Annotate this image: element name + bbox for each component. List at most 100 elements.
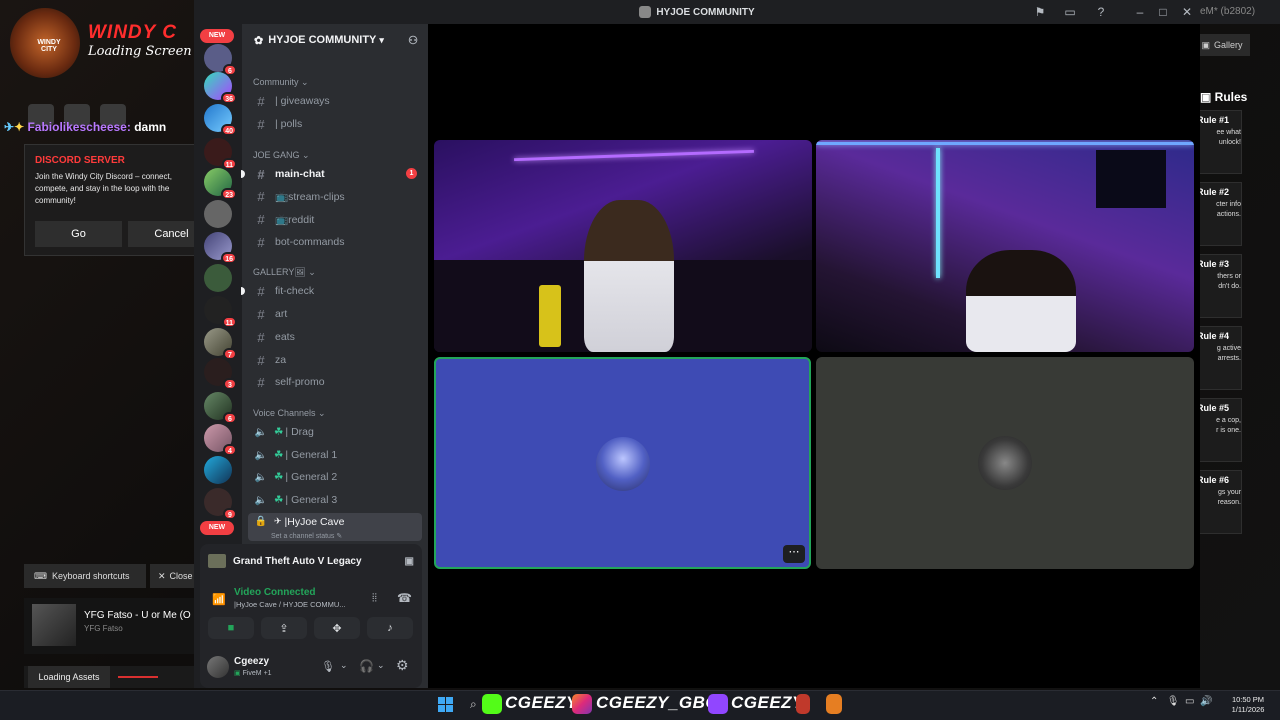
guild-header[interactable]: ✿ HYJOE COMMUNITY ▾ ⚇	[248, 24, 422, 56]
server-icon[interactable]	[204, 456, 232, 484]
gallery-icon: ▣	[1201, 39, 1210, 50]
chevron-down-icon[interactable]: ⌄	[377, 660, 385, 671]
camera-button[interactable]: ■	[208, 617, 254, 639]
video-tile-1[interactable]	[434, 140, 812, 352]
minimize-icon[interactable]: –	[1132, 4, 1148, 20]
username[interactable]: Cgeezy	[234, 656, 269, 667]
keyboard-shortcuts-button[interactable]: ⌨ Keyboard shortcuts	[24, 564, 146, 588]
server-icon[interactable]: 7	[204, 328, 237, 360]
server-icon[interactable]: 40	[204, 104, 237, 136]
game-title-fragment: eM* (b2802)	[1200, 6, 1256, 17]
server-icon[interactable]: 11	[204, 138, 237, 170]
hash-icon: #	[257, 306, 265, 322]
server-icon[interactable]: 9	[204, 488, 237, 520]
server-icon[interactable]: 36	[204, 72, 237, 104]
chevron-up-icon[interactable]: ⌃	[1150, 696, 1158, 707]
set-channel-status[interactable]: Set a channel status ✎	[271, 532, 342, 540]
loading-assets-bar: Loading Assets	[24, 666, 196, 688]
channel-label: fit-check	[275, 285, 315, 297]
app-icon[interactable]	[796, 694, 810, 714]
gallery-button[interactable]: ▣ Gallery	[1194, 34, 1250, 56]
close-button[interactable]: ✕ Close	[150, 564, 196, 588]
window-close-icon[interactable]: ✕	[1179, 4, 1195, 20]
mention-badge: 36	[221, 92, 237, 104]
chevron-down-icon[interactable]: ⌄	[340, 660, 348, 671]
category-voice[interactable]: Voice Channels ⌄	[253, 408, 326, 419]
video-tile-4[interactable]	[816, 357, 1194, 569]
channel-bot-commands[interactable]: # bot-commands	[248, 231, 422, 253]
clover-icon: ☘	[274, 426, 284, 438]
activities-button[interactable]: ✥	[314, 617, 360, 639]
rule-desc: gs your reason.	[1217, 489, 1241, 506]
category-label: Community	[253, 77, 299, 87]
microphone-icon[interactable]: 🎙	[321, 660, 335, 673]
hash-icon: #	[257, 234, 265, 250]
voice-channel-general-2[interactable]: 🔈 ☘ | General 2	[248, 466, 422, 488]
category-joe-gang[interactable]: JOE GANG ⌄	[253, 150, 310, 161]
go-button[interactable]: Go	[35, 221, 122, 247]
activity-name: Grand Theft Auto V Legacy	[233, 555, 362, 567]
channel-main-chat[interactable]: # main-chat	[248, 163, 422, 185]
category-label: JOE GANG	[253, 150, 300, 160]
inbox-flag-icon[interactable]: ⚑	[1032, 4, 1048, 20]
channel-label: | giveaways	[275, 95, 330, 107]
channel-self-promo[interactable]: # self-promo	[248, 371, 422, 393]
server-icon[interactable]	[204, 264, 232, 292]
clock[interactable]: 10:50 PM 1/11/2026	[1226, 695, 1270, 715]
mic-icon[interactable]: 🎙	[1167, 696, 1180, 707]
help-icon[interactable]: ?	[1093, 4, 1109, 20]
volume-icon[interactable]: 🔊	[1200, 696, 1212, 707]
channel-label: main-chat	[275, 168, 325, 180]
channel-fit-check[interactable]: # fit-check	[248, 280, 422, 302]
display-icon[interactable]: ▭	[1185, 696, 1194, 707]
rule-desc: g active arrests.	[1216, 345, 1241, 362]
channel-stream-clips[interactable]: # 📺stream-clips	[248, 185, 422, 207]
main-chat-mention-badge: 1	[406, 168, 417, 179]
server-icon[interactable]	[204, 200, 232, 228]
lock-icon: 🔒	[254, 516, 268, 527]
disconnect-icon[interactable]: ☎	[397, 591, 412, 605]
stream-activity-icon[interactable]: ▣	[405, 556, 414, 567]
server-icon[interactable]: 11	[204, 296, 237, 328]
video-tile-3-speaking[interactable]: ⋯	[434, 357, 811, 569]
start-button[interactable]	[438, 697, 454, 713]
category-community[interactable]: Community ⌄	[253, 77, 309, 88]
channel-art[interactable]: # art	[248, 303, 422, 325]
maximize-icon[interactable]: □	[1155, 4, 1171, 20]
server-icon[interactable]: 23	[204, 168, 237, 200]
avatar[interactable]	[207, 656, 229, 678]
channel-reddit[interactable]: # 📺reddit	[248, 208, 422, 230]
invite-people-icon[interactable]: ⚇	[408, 34, 418, 47]
category-gallery[interactable]: GALLERY🖼 ⌄	[253, 267, 316, 278]
soundboard-button[interactable]: ♪	[367, 617, 413, 639]
channel-eats[interactable]: # eats	[248, 326, 422, 348]
server-icon	[639, 6, 652, 18]
channel-label: 📺stream-clips	[275, 190, 345, 203]
gear-icon[interactable]: ⚙	[396, 657, 409, 674]
noise-suppression-icon[interactable]: ⦙⦙	[372, 592, 377, 605]
video-tile-2[interactable]	[816, 140, 1194, 352]
channel-polls[interactable]: # | polls	[248, 113, 422, 135]
screen-share-button[interactable]: ⇪	[261, 617, 307, 639]
server-icon[interactable]: 4	[204, 424, 237, 456]
channel-giveaways[interactable]: # | giveaways	[248, 90, 422, 112]
screen-icon[interactable]: ▭	[1062, 4, 1078, 20]
app-icon[interactable]	[826, 694, 842, 714]
server-icon[interactable]: 16	[204, 232, 237, 264]
voice-channel-drag[interactable]: 🔈 ☘ | Drag	[248, 421, 422, 443]
channel-za[interactable]: # za	[248, 349, 422, 371]
voice-channel-general-1[interactable]: 🔈 ☘ | General 1	[248, 444, 422, 466]
window-titlebar: HYJOE COMMUNITY	[194, 0, 1200, 24]
more-options-button[interactable]: ⋯	[783, 545, 805, 563]
voice-channel-path[interactable]: |HyJoe Cave / HYJOE COMMU...	[234, 600, 346, 609]
server-icon[interactable]: 6	[204, 44, 237, 76]
headphones-icon[interactable]: 🎧	[359, 659, 374, 673]
server-icon[interactable]: 3	[204, 358, 237, 390]
voice-status[interactable]: Video Connected	[234, 587, 316, 598]
keyboard-shortcuts-label: Keyboard shortcuts	[52, 571, 130, 581]
server-icon[interactable]: 6	[204, 392, 237, 424]
voice-channel-general-3[interactable]: 🔈 ☘ | General 3	[248, 489, 422, 511]
twitch-icon	[708, 694, 728, 714]
search-icon[interactable]: ⌕	[470, 697, 477, 712]
chat-username: Fabiolikescheese:	[27, 120, 131, 134]
